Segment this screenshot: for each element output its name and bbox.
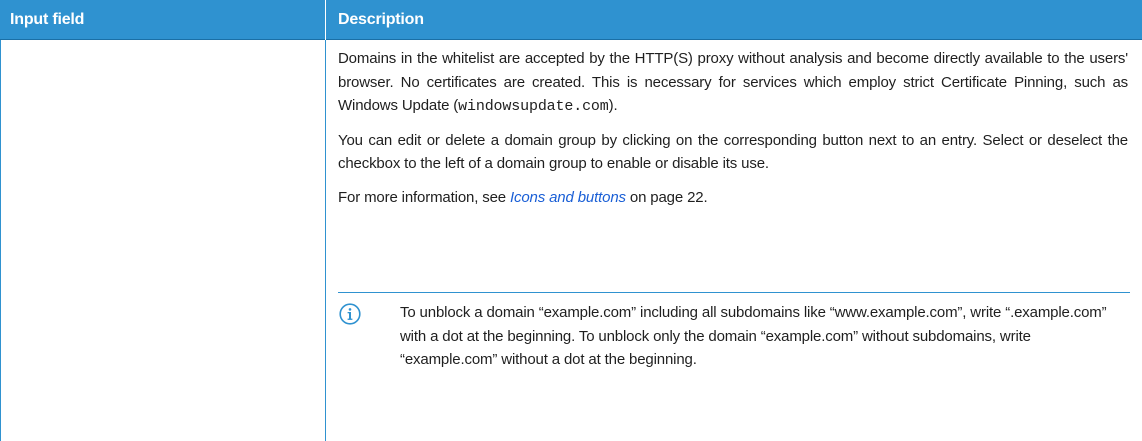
column-header-description: Description [338, 11, 424, 28]
note-text: To unblock a domain “example.com” includ… [400, 304, 1107, 368]
code-domain: windowsupdate.com [458, 98, 609, 115]
table-header: Input field Description [0, 0, 1142, 40]
info-icon [339, 303, 361, 325]
icons-and-buttons-link[interactable]: Icons and buttons [510, 189, 626, 206]
description-cell: Domains in the whitelist are accepted by… [338, 47, 1128, 219]
table-left-border [0, 40, 1, 441]
edit-delete-paragraph: You can edit or delete a domain group by… [338, 131, 1128, 173]
more-info-paragraph: For more information, see Icons and butt… [338, 188, 708, 206]
column-divider [325, 40, 326, 441]
column-header-input-field: Input field [10, 11, 85, 28]
header-divider [325, 0, 326, 40]
input-field-table: Input field Description Domains in the w… [0, 0, 1142, 441]
whitelist-paragraph: Domains in the whitelist are accepted by… [338, 50, 1128, 115]
note-divider [338, 292, 1130, 293]
